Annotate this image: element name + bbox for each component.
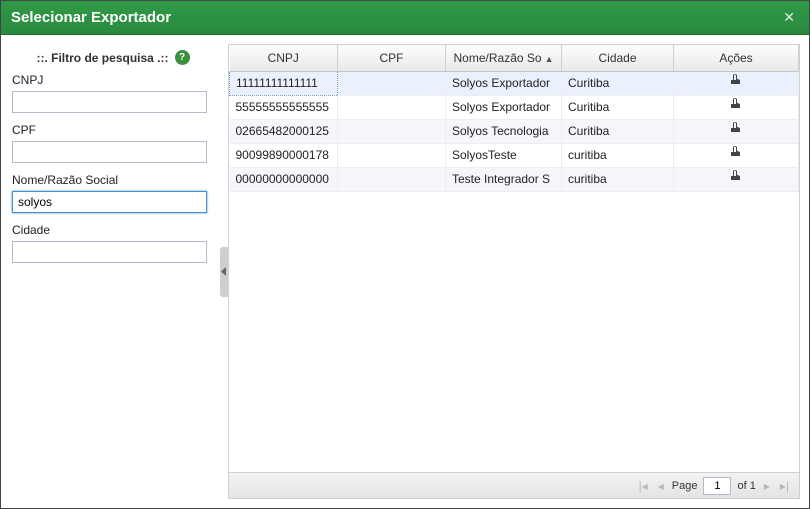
cell-action (674, 71, 799, 95)
table-row[interactable]: 11111111111111 Solyos Exportador Curitib… (230, 71, 799, 95)
cell-action (674, 95, 799, 119)
filter-header: ::. Filtro de pesquisa .:: ? (12, 48, 214, 73)
select-row-icon[interactable] (729, 74, 743, 93)
cell-cpf (338, 95, 446, 119)
pager-of-label: of 1 (737, 480, 755, 492)
select-row-icon[interactable] (729, 98, 743, 117)
cell-nome: SolyosTeste (446, 143, 562, 167)
col-header-cpf[interactable]: CPF (338, 45, 446, 71)
input-cpf[interactable] (12, 141, 207, 163)
cell-cnpj: 02665482000125 (230, 119, 338, 143)
pager-prev-icon[interactable]: ◂ (656, 479, 666, 493)
cell-cnpj: 55555555555555 (230, 95, 338, 119)
window-title: Selecionar Exportador (11, 9, 171, 26)
help-icon[interactable]: ? (175, 50, 190, 65)
input-nome[interactable] (12, 191, 207, 213)
sort-asc-icon: ▲ (545, 54, 554, 64)
cell-nome: Solyos Exportador (446, 95, 562, 119)
cell-cpf (338, 71, 446, 95)
label-cpf: CPF (12, 123, 214, 137)
cell-action (674, 167, 799, 191)
cell-cidade: Curitiba (562, 95, 674, 119)
cell-cpf (338, 167, 446, 191)
table-row[interactable]: 02665482000125 Solyos Tecnologia Curitib… (230, 119, 799, 143)
grid-panel: CNPJ CPF Nome/Razão So▲ Cidade Ações 111… (228, 44, 800, 499)
cell-cidade: Curitiba (562, 71, 674, 95)
table-row[interactable]: 90099890000178 SolyosTeste curitiba (230, 143, 799, 167)
select-row-icon[interactable] (729, 146, 743, 165)
cell-action (674, 143, 799, 167)
cell-cidade: curitiba (562, 143, 674, 167)
field-cnpj: CNPJ (12, 73, 214, 113)
col-header-cnpj[interactable]: CNPJ (230, 45, 338, 71)
label-cnpj: CNPJ (12, 73, 214, 87)
splitter-handle-icon[interactable] (220, 247, 228, 297)
splitter[interactable] (220, 44, 228, 499)
field-cidade: Cidade (12, 223, 214, 263)
field-nome: Nome/Razão Social (12, 173, 214, 213)
pager-page-label: Page (672, 480, 698, 492)
pager-first-icon[interactable]: |◂ (637, 479, 650, 493)
window-body: ::. Filtro de pesquisa .:: ? CNPJ CPF No… (1, 35, 809, 508)
pager-next-icon[interactable]: ▸ (762, 479, 772, 493)
input-cidade[interactable] (12, 241, 207, 263)
col-header-nome[interactable]: Nome/Razão So▲ (446, 45, 562, 71)
label-cidade: Cidade (12, 223, 214, 237)
filter-title: ::. Filtro de pesquisa .:: (36, 51, 168, 65)
table-body: 11111111111111 Solyos Exportador Curitib… (230, 71, 799, 191)
close-icon[interactable]: ✕ (779, 7, 799, 28)
select-row-icon[interactable] (729, 122, 743, 141)
cell-cpf (338, 119, 446, 143)
cell-nome: Solyos Exportador (446, 71, 562, 95)
label-nome: Nome/Razão Social (12, 173, 214, 187)
titlebar: Selecionar Exportador ✕ (1, 1, 809, 35)
cell-cnpj: 90099890000178 (230, 143, 338, 167)
cell-cidade: Curitiba (562, 119, 674, 143)
pager: |◂ ◂ Page of 1 ▸ ▸| (229, 472, 799, 498)
filter-panel: ::. Filtro de pesquisa .:: ? CNPJ CPF No… (10, 44, 220, 499)
cell-nome: Teste Integrador S (446, 167, 562, 191)
cell-nome: Solyos Tecnologia (446, 119, 562, 143)
grid-area: CNPJ CPF Nome/Razão So▲ Cidade Ações 111… (229, 45, 799, 472)
select-row-icon[interactable] (729, 170, 743, 189)
table-header-row: CNPJ CPF Nome/Razão So▲ Cidade Ações (230, 45, 799, 71)
col-header-acoes[interactable]: Ações (674, 45, 799, 71)
cell-cnpj: 00000000000000 (230, 167, 338, 191)
modal-window: Selecionar Exportador ✕ ::. Filtro de pe… (0, 0, 810, 509)
input-cnpj[interactable] (12, 91, 207, 113)
table-row[interactable]: 55555555555555 Solyos Exportador Curitib… (230, 95, 799, 119)
cell-cpf (338, 143, 446, 167)
col-header-nome-label: Nome/Razão So (454, 51, 542, 65)
pager-page-input[interactable] (703, 477, 731, 495)
pager-last-icon[interactable]: ▸| (778, 479, 791, 493)
cell-cidade: curitiba (562, 167, 674, 191)
cell-cnpj: 11111111111111 (230, 71, 338, 95)
results-table: CNPJ CPF Nome/Razão So▲ Cidade Ações 111… (229, 45, 799, 192)
field-cpf: CPF (12, 123, 214, 163)
cell-action (674, 119, 799, 143)
col-header-cidade[interactable]: Cidade (562, 45, 674, 71)
table-row[interactable]: 00000000000000 Teste Integrador S curiti… (230, 167, 799, 191)
